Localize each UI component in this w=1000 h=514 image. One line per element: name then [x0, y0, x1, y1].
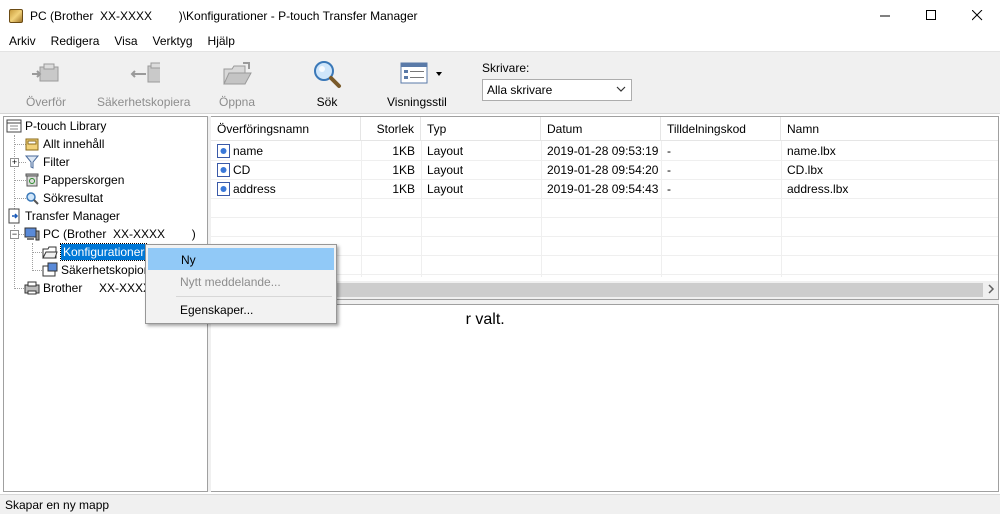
- printer-dropdown-value: Alla skrivare: [487, 83, 553, 97]
- column-header-type[interactable]: Typ: [421, 117, 541, 141]
- transfer-name: CD: [233, 163, 251, 177]
- printer-icon: [24, 280, 40, 296]
- all-content-icon: [24, 136, 40, 152]
- transfer-name: address: [233, 182, 276, 196]
- minimize-icon: [879, 15, 890, 17]
- status-bar: Skapar en ny mapp: [0, 494, 1000, 514]
- layout-file-icon: [217, 182, 230, 196]
- close-button[interactable]: [954, 0, 1000, 31]
- configurations-folder-icon: [42, 244, 58, 260]
- date-cell: 2019-01-28 09:54:43: [547, 182, 659, 196]
- tree-pc[interactable]: PC (Brother XX-XXXX ): [24, 225, 196, 243]
- magnifier-icon: [311, 60, 343, 88]
- close-icon: [971, 10, 982, 21]
- tree-transfer-manager[interactable]: Transfer Manager: [6, 207, 120, 225]
- search-button[interactable]: Sök: [311, 60, 343, 110]
- menu-redigera[interactable]: Redigera: [43, 31, 107, 51]
- menu-verktyg[interactable]: Verktyg: [145, 31, 200, 51]
- search-results-icon: [24, 190, 40, 206]
- open-folder-icon: [221, 60, 253, 88]
- toolbar: Överför Säkerhetskopiera Öppna Sök Visni…: [0, 51, 1000, 114]
- status-text: Skapar en ny mapp: [5, 498, 110, 512]
- context-menu-new[interactable]: Ny: [148, 248, 334, 270]
- view-style-button[interactable]: Visningsstil: [387, 60, 447, 110]
- table-row[interactable]: CD 1KB Layout 2019-01-28 09:54:20 - CD.l…: [211, 161, 998, 180]
- scroll-right-arrow-icon[interactable]: [987, 284, 995, 297]
- backup-icon: [128, 60, 160, 88]
- column-header-assign-code[interactable]: Tilldelningskod: [661, 117, 781, 141]
- pc-expander[interactable]: −: [10, 230, 19, 239]
- type-cell: Layout: [427, 144, 464, 158]
- filter-expander[interactable]: +: [10, 158, 19, 167]
- file-name-cell: CD.lbx: [787, 163, 824, 177]
- size-cell: 1KB: [392, 163, 415, 177]
- size-cell: 1KB: [392, 144, 415, 158]
- window-controls: [862, 0, 1000, 31]
- printer-label: Skrivare:: [482, 61, 530, 75]
- file-name-cell: name.lbx: [787, 144, 836, 158]
- assign-code-cell: -: [667, 182, 671, 196]
- tree-trash[interactable]: Papperskorgen: [24, 171, 124, 189]
- menu-visa[interactable]: Visa: [106, 31, 144, 51]
- transfer-manager-icon: [6, 208, 22, 224]
- date-cell: 2019-01-28 09:54:20: [547, 163, 659, 177]
- size-cell: 1KB: [392, 182, 415, 196]
- column-header-date[interactable]: Datum: [541, 117, 661, 141]
- view-style-icon: [389, 60, 445, 88]
- date-cell: 2019-01-28 09:53:19: [547, 144, 659, 158]
- context-menu-separator: [176, 296, 332, 297]
- funnel-icon: [24, 154, 40, 170]
- scrollbar-thumb[interactable]: [229, 283, 983, 297]
- assign-code-cell: -: [667, 144, 671, 158]
- title-bar: PC (Brother XX-XXXX )\Konfigurationer - …: [0, 0, 1000, 31]
- maximize-icon: [925, 10, 936, 20]
- window-title: PC (Brother XX-XXXX )\Konfigurationer - …: [30, 8, 418, 23]
- tree-ptouch-library[interactable]: P-touch Library: [6, 117, 106, 135]
- tree-backups[interactable]: Säkerhetskopior: [42, 261, 148, 279]
- transfer-icon: [30, 60, 62, 88]
- menu-arkiv[interactable]: Arkiv: [0, 31, 43, 51]
- assign-code-cell: -: [667, 163, 671, 177]
- open-button[interactable]: Öppna: [219, 60, 255, 110]
- backup-button[interactable]: Säkerhetskopiera: [97, 60, 190, 110]
- transfer-name: name: [233, 144, 264, 158]
- printer-dropdown[interactable]: Alla skrivare: [482, 79, 632, 101]
- tree-brother-printer[interactable]: Brother XX-XXXX: [24, 279, 151, 297]
- table-row[interactable]: address 1KB Layout 2019-01-28 09:54:43 -…: [211, 180, 998, 199]
- context-menu-new-message[interactable]: Nytt meddelande...: [148, 271, 334, 293]
- transfer-button[interactable]: Överför: [26, 60, 66, 110]
- type-cell: Layout: [427, 182, 464, 196]
- menu-hjalp[interactable]: Hjälp: [200, 31, 242, 51]
- list-header: Överföringsnamn Storlek Typ Datum Tillde…: [211, 117, 998, 141]
- tree-configurations[interactable]: Konfigurationer: [42, 243, 148, 261]
- recycle-bin-icon: [24, 172, 40, 188]
- library-icon: [6, 118, 22, 134]
- computer-icon: [24, 226, 40, 242]
- column-header-transfer-name[interactable]: Överföringsnamn: [211, 117, 361, 141]
- table-row[interactable]: name 1KB Layout 2019-01-28 09:53:19 - na…: [211, 142, 998, 161]
- ptouch-app-icon: [8, 8, 24, 24]
- menu-bar: Arkiv Redigera Visa Verktyg Hjälp: [0, 31, 1000, 51]
- maximize-button[interactable]: [908, 0, 954, 31]
- tree-search-results[interactable]: Sökresultat: [24, 189, 103, 207]
- type-cell: Layout: [427, 163, 464, 177]
- backup-folder-icon: [42, 262, 58, 278]
- chevron-down-icon: [616, 86, 626, 92]
- minimize-button[interactable]: [862, 0, 908, 31]
- context-menu-properties[interactable]: Egenskaper...: [148, 299, 334, 321]
- file-name-cell: address.lbx: [787, 182, 849, 196]
- column-header-size[interactable]: Storlek: [361, 117, 421, 141]
- column-header-name[interactable]: Namn: [781, 117, 998, 141]
- layout-file-icon: [217, 144, 230, 158]
- context-menu: Ny Nytt meddelande... Egenskaper...: [145, 244, 337, 324]
- preview-pane: Ingen objekt är valt. Ingen objekt ar va…: [211, 304, 999, 492]
- layout-file-icon: [217, 163, 230, 177]
- tree-filter[interactable]: Filter: [24, 153, 70, 171]
- tree-all-content[interactable]: Allt innehåll: [24, 135, 104, 153]
